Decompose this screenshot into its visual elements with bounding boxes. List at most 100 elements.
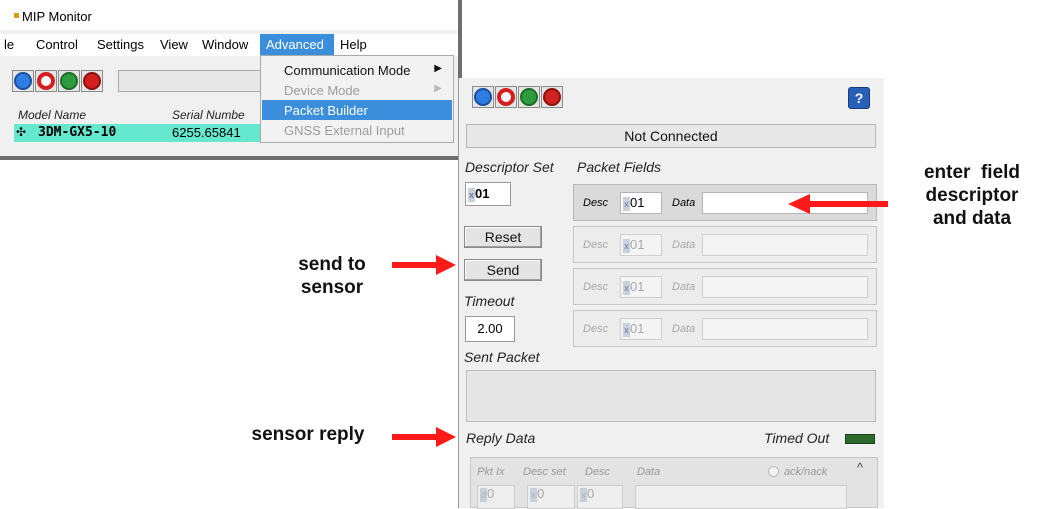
hex-prefix-icon: x	[580, 487, 587, 502]
hex-prefix-icon: x	[623, 280, 630, 295]
reply-desc-field: x0	[577, 485, 623, 509]
hex-prefix-icon: x	[623, 238, 630, 253]
menu-control[interactable]: Control	[36, 37, 78, 52]
annotation-sensor-reply: sensor reply	[251, 424, 365, 445]
pause-button[interactable]	[58, 70, 80, 92]
field-desc-label: Desc	[583, 323, 609, 335]
device-serial: 6255.65841	[172, 125, 241, 140]
timed-out-indicator	[845, 434, 875, 444]
field-data-label: Data	[672, 197, 696, 209]
annotation-send-to-sensor: send to sensor	[270, 253, 394, 299]
timeout-input[interactable]: 2.00	[465, 316, 515, 342]
annotation-send-line-1: send to	[298, 254, 366, 275]
reply-pkt-ix-header: Pkt Ix	[477, 466, 505, 478]
field-desc-input[interactable]: x01	[620, 192, 662, 214]
timed-out-label: Timed Out	[764, 430, 830, 446]
timeout-label: Timeout	[464, 293, 515, 309]
field-desc-input[interactable]: x01	[620, 234, 662, 256]
field-desc-label: Desc	[583, 239, 609, 251]
scroll-up-icon[interactable]: ^	[857, 460, 863, 475]
packet-field-row: Desc x01 Data	[573, 226, 877, 263]
arrow-send	[392, 262, 438, 268]
ack-nack-radio	[768, 466, 779, 477]
sent-packet-display	[466, 370, 876, 422]
device-model: 3DM-GX5-10	[38, 125, 117, 140]
record-button[interactable]	[81, 70, 103, 92]
submenu-arrow-icon: ▶	[434, 83, 442, 94]
menu-advanced[interactable]: Advanced	[260, 34, 334, 55]
reply-data-panel: Pkt Ix Desc set Desc Data ack/nack ^ d0 …	[470, 457, 878, 509]
menu-file[interactable]: le	[4, 37, 14, 52]
play-button[interactable]	[12, 70, 34, 92]
hex-prefix-icon: x	[530, 487, 537, 502]
connection-status: Not Connected	[466, 124, 876, 148]
field-desc-input[interactable]: x01	[620, 276, 662, 298]
field-data-label: Data	[672, 281, 696, 293]
annotation-enter-line-1: enter field	[923, 162, 1021, 183]
reply-data-header: Data	[637, 466, 661, 478]
app-icon	[14, 13, 19, 18]
menu-item-device-mode: Device Mode ▶	[284, 83, 442, 98]
device-table-header: Model Name Serial Numbe	[0, 108, 262, 122]
arrow-reply	[392, 434, 438, 440]
descriptor-set-label: Descriptor Set	[465, 159, 554, 175]
stop-button[interactable]	[495, 86, 517, 108]
window-title-bar: MIP Monitor	[0, 0, 458, 30]
pause-button[interactable]	[518, 86, 540, 108]
advanced-menu-dropdown: Communication Mode ▶ Device Mode ▶ Packet …	[260, 55, 454, 143]
reply-pkt-ix-field: d0	[477, 485, 515, 509]
annotation-enter-line-3: and data	[932, 208, 1012, 229]
menu-item-packet-builder[interactable]: Packet Builder	[262, 100, 452, 120]
packet-fields-label: Packet Fields	[577, 159, 662, 175]
menu-help[interactable]: Help	[340, 37, 367, 52]
menu-item-communication-mode[interactable]: Communication Mode ▶	[262, 60, 452, 80]
inset-toolbar-field[interactable]	[118, 70, 263, 92]
arrow-reply-head-icon	[436, 427, 456, 447]
reply-data-label: Reply Data	[466, 430, 536, 446]
menu-item-gnss-external-input: GNSS External Input	[284, 123, 405, 138]
reply-data-field	[635, 485, 847, 509]
field-data-input[interactable]	[702, 276, 868, 298]
field-data-input[interactable]	[702, 234, 868, 256]
device-row[interactable]: ✣ 3DM-GX5-10 6255.65841	[14, 124, 260, 142]
column-model-name: Model Name	[18, 108, 87, 122]
ack-nack-label: ack/nack	[784, 466, 828, 478]
prefix-icon: d	[480, 487, 487, 502]
field-desc-label: Desc	[583, 197, 609, 209]
annotation-send-line-2: sensor	[300, 277, 364, 298]
menu-bar: le Control Settings View Window Advanced…	[0, 34, 458, 56]
field-data-label: Data	[672, 239, 696, 251]
annotation-enter-line-2: descriptor	[925, 185, 1019, 206]
reply-desc-header: Desc	[585, 466, 611, 478]
menu-view[interactable]: View	[160, 37, 188, 52]
help-icon[interactable]: ?	[848, 87, 870, 109]
record-button[interactable]	[541, 86, 563, 108]
packet-field-row: Desc x01 Data	[573, 268, 877, 305]
submenu-arrow-icon: ▶	[434, 63, 442, 74]
annotation-enter-field: enter field descriptor and data	[900, 161, 1044, 230]
play-button[interactable]	[472, 86, 494, 108]
arrow-enter	[808, 201, 888, 207]
sent-packet-label: Sent Packet	[464, 349, 540, 365]
reply-desc-set-field: x0	[527, 485, 575, 509]
field-data-label: Data	[672, 323, 696, 335]
hex-prefix-icon: x	[468, 187, 475, 202]
reply-desc-set-header: Desc set	[523, 466, 566, 478]
packet-builder-toolbar	[464, 82, 880, 112]
column-serial-number: Serial Numbe	[172, 108, 245, 122]
field-desc-input[interactable]: x01	[620, 318, 662, 340]
menu-settings[interactable]: Settings	[97, 37, 144, 52]
field-desc-label: Desc	[583, 281, 609, 293]
send-button[interactable]: Send	[464, 259, 542, 281]
hex-prefix-icon: x	[623, 196, 630, 211]
descriptor-set-input[interactable]: x01	[465, 182, 511, 206]
reset-button[interactable]: Reset	[464, 226, 542, 248]
packet-field-row: Desc x01 Data	[573, 310, 877, 347]
hex-prefix-icon: x	[623, 322, 630, 337]
menu-window[interactable]: Window	[202, 37, 248, 52]
stop-button[interactable]	[35, 70, 57, 92]
window-title: MIP Monitor	[22, 9, 92, 24]
field-data-input[interactable]	[702, 318, 868, 340]
device-icon: ✣	[16, 125, 27, 139]
arrow-send-head-icon	[436, 255, 456, 275]
